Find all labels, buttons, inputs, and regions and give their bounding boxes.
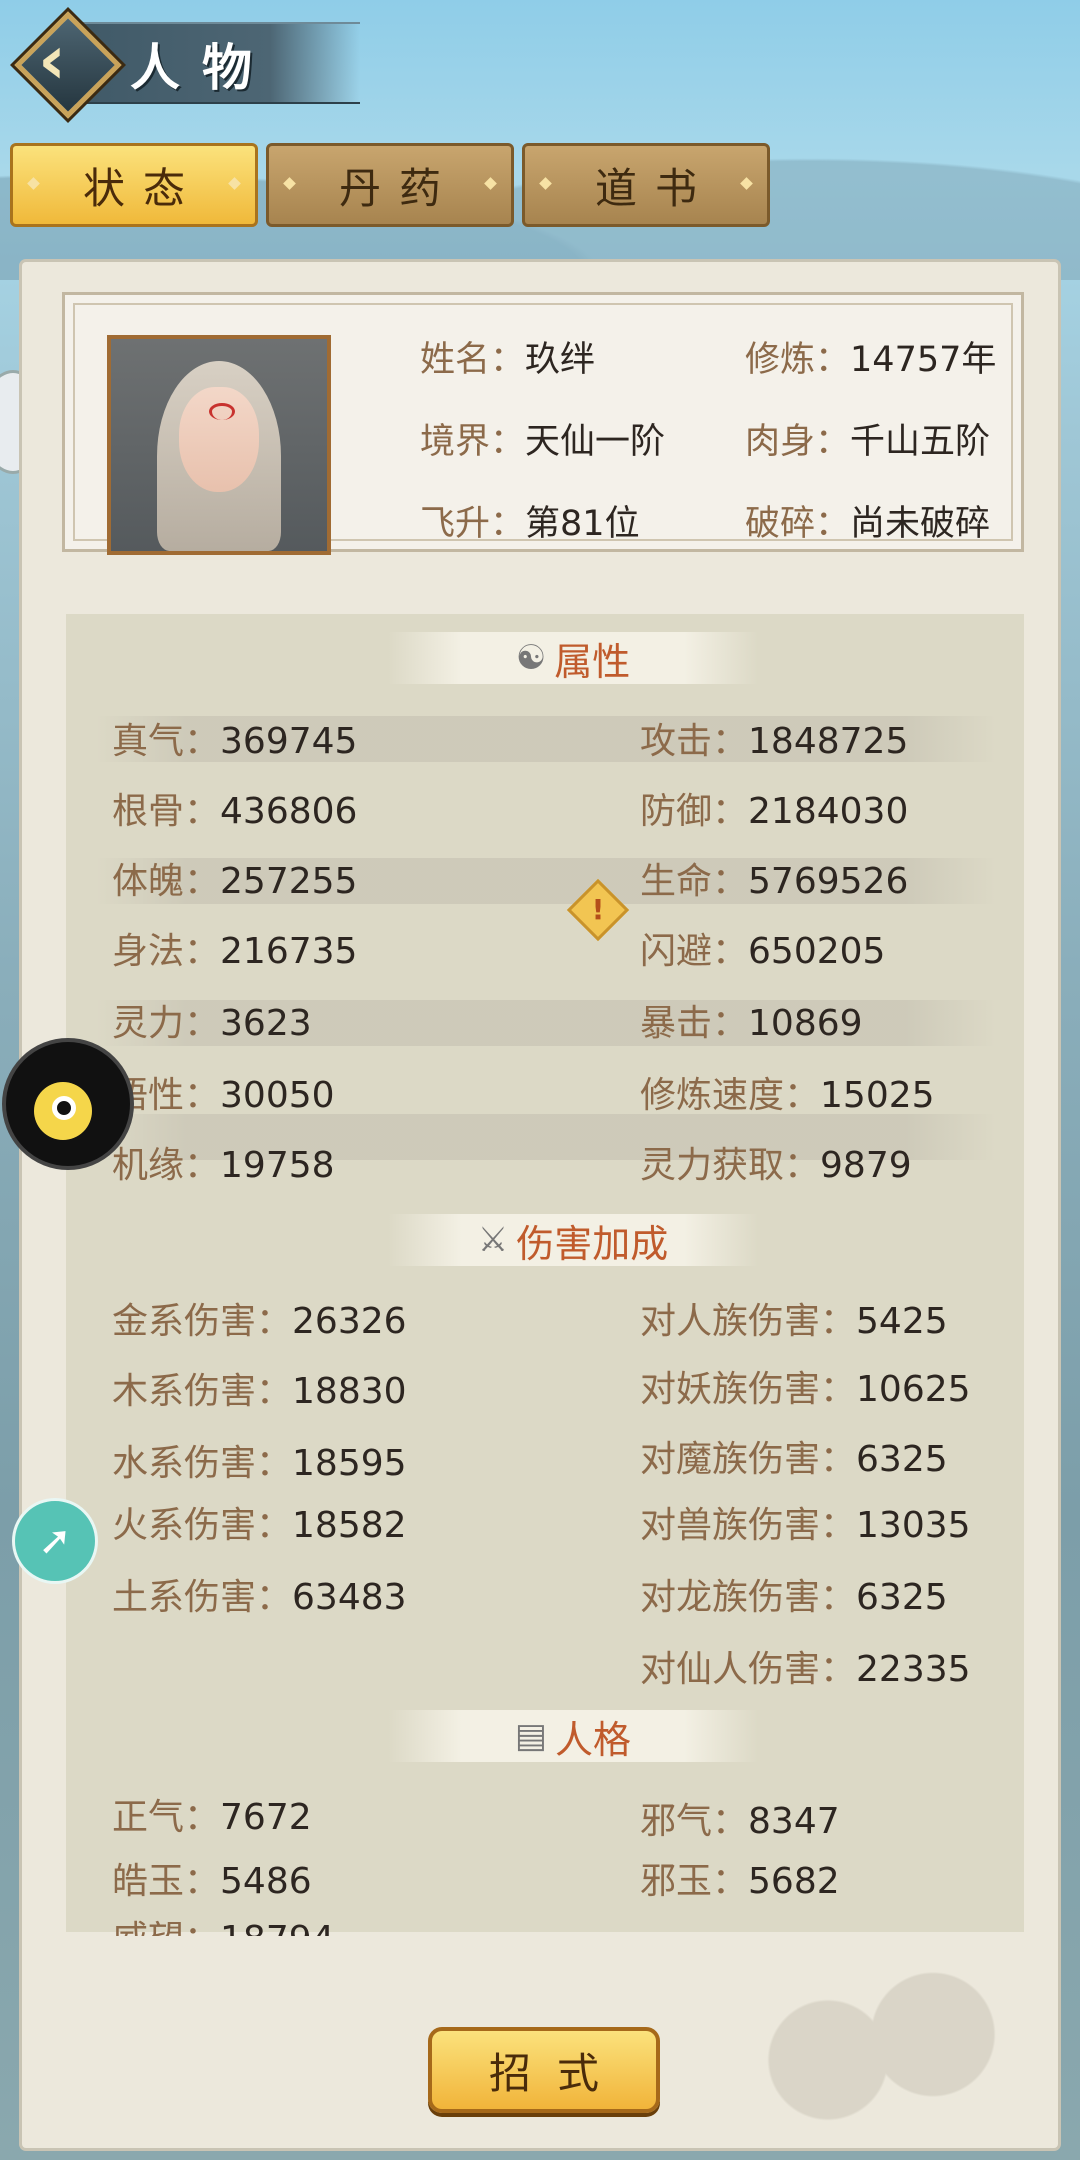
- stat-row: 攻击：1848725: [640, 721, 909, 762]
- skills-button[interactable]: 招式: [428, 2027, 660, 2113]
- profile-name: 姓名：玖绊: [420, 340, 596, 380]
- section-title-attributes: ☯ 属性: [388, 632, 758, 684]
- top-bar: ‹ 人物: [0, 0, 370, 120]
- floating-assistant-button[interactable]: [2, 1038, 134, 1170]
- section-title-damage: ⚔ 伤害加成: [388, 1214, 758, 1266]
- stat-row: 身法：216735: [112, 931, 358, 972]
- stat-row: 真气：369745: [112, 721, 358, 762]
- tab-status[interactable]: 状态: [10, 143, 258, 227]
- tab-label: 丹药: [338, 163, 459, 213]
- profile-cultivation: 修炼：14757年: [745, 340, 997, 380]
- stat-row: 对魔族伤害：6325: [640, 1439, 948, 1480]
- profile-card: 姓名：玖绊 修炼：14757年 境界：天仙一阶 肉身：千山五阶 飞升：第81位 …: [62, 292, 1024, 555]
- tab-label: 状态: [82, 163, 203, 213]
- stat-row: 对仙人伤害：22335: [640, 1649, 971, 1690]
- stat-row: 机缘：19758: [112, 1145, 335, 1186]
- section-title-personality: ▤ 人格: [388, 1710, 758, 1762]
- stat-row: 水系伤害：18595: [112, 1443, 407, 1484]
- rocket-icon[interactable]: ➚: [12, 1498, 98, 1584]
- back-button-frame: [14, 11, 122, 119]
- stat-row: 体魄：257255: [112, 861, 358, 902]
- stat-row: 正气：7672: [112, 1797, 312, 1838]
- tab-pills[interactable]: 丹药: [266, 143, 514, 227]
- profile-shatter: 破碎：尚未破碎: [745, 504, 991, 544]
- stat-row: 邪玉：5682: [640, 1861, 840, 1902]
- number-six-icon: [34, 1082, 92, 1140]
- stat-row: 土系伤害：63483: [112, 1577, 407, 1618]
- stat-row: 根骨：436806: [112, 791, 358, 832]
- stat-row: 邪气：8347: [640, 1801, 840, 1842]
- skills-button-label: 招式: [488, 2048, 625, 2098]
- profile-realm: 境界：天仙一阶: [420, 422, 666, 462]
- profile-ascend: 飞升：第81位: [420, 504, 640, 544]
- stat-row: 修炼速度：15025: [640, 1075, 935, 1116]
- back-button[interactable]: ‹: [14, 11, 122, 119]
- stat-row: 暴击：10869: [640, 1003, 863, 1044]
- stat-row: 悟性：30050: [112, 1075, 335, 1116]
- scroll-icon: ▤: [514, 1716, 548, 1756]
- chevron-left-icon: ‹: [38, 21, 67, 100]
- stat-row: 威望：18794: [112, 1910, 335, 1936]
- stat-row: 金系伤害：26326: [112, 1301, 407, 1342]
- status-panel: 姓名：玖绊 修炼：14757年 境界：天仙一阶 肉身：千山五阶 飞升：第81位 …: [22, 262, 1058, 2148]
- stat-row: 火系伤害：18582: [112, 1505, 407, 1546]
- yin-yang-icon: ☯: [515, 638, 547, 678]
- stat-row: 皓玉：5486: [112, 1861, 312, 1902]
- stat-row: 闪避：650205: [640, 931, 886, 972]
- stat-row: 对妖族伤害：10625: [640, 1369, 971, 1410]
- stat-row: 对人族伤害：5425: [640, 1301, 948, 1342]
- forehead-mark-icon: [209, 403, 235, 420]
- tab-dao-books[interactable]: 道书: [522, 143, 770, 227]
- character-portrait[interactable]: [107, 335, 331, 555]
- page-title: 人物: [130, 39, 274, 97]
- stat-row: 防御：2184030: [640, 791, 909, 832]
- attributes-area: ☯ 属性 真气：369745 根骨：436806 体魄：257255 身法：216…: [66, 614, 1024, 1936]
- profile-body: 肉身：千山五阶: [745, 422, 991, 462]
- tab-label: 道书: [594, 163, 715, 213]
- stat-row: 生命：5769526: [640, 861, 909, 902]
- crossed-swords-icon: ⚔: [477, 1220, 509, 1260]
- stat-row: 木系伤害：18830: [112, 1371, 407, 1412]
- stat-row: 对龙族伤害：6325: [640, 1577, 948, 1618]
- cloud-decoration: [738, 1958, 1038, 2128]
- stat-row: 灵力：3623: [112, 1003, 312, 1044]
- stat-row: 对兽族伤害：13035: [640, 1505, 971, 1546]
- stat-row: 灵力获取：9879: [640, 1145, 912, 1186]
